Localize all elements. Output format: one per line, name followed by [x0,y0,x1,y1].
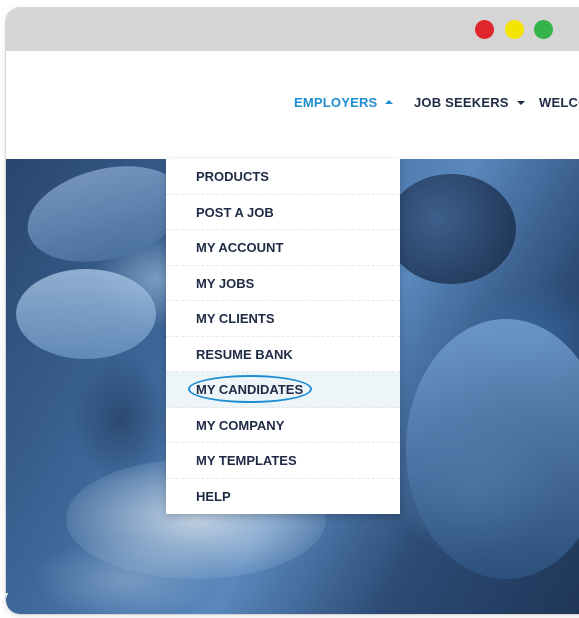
surgeon-gown-right [406,319,579,579]
caret-up-icon [385,100,394,105]
menu-item-label: MY CLIENTS [196,311,275,326]
surgeon-cap-right [386,174,516,284]
menu-item-post-a-job[interactable]: POST A JOB [166,195,400,230]
caret-down-icon [516,100,525,105]
menu-item-my-candidates[interactable]: MY CANDIDATES [166,372,400,408]
nav-job-seekers[interactable]: JOB SEEKERS [414,95,525,110]
nav-employers-label: EMPLOYERS [294,95,378,110]
minimize-window-button[interactable] [505,20,524,39]
menu-item-label: MY COMPANY [196,417,285,433]
menu-item-my-clients[interactable]: MY CLIENTS [166,301,400,337]
menu-item-label: MY ACCOUNT [196,240,284,255]
menu-item-label: HELP [196,488,231,504]
nav-welcome-label: WELCO [539,95,579,110]
menu-item-my-templates[interactable]: MY TEMPLATES [166,443,400,479]
menu-item-products[interactable]: PRODUCTS [166,159,400,195]
menu-item-label: MY TEMPLATES [196,453,297,468]
menu-item-resume-bank[interactable]: RESUME BANK [166,337,400,372]
menu-item-my-account[interactable]: MY ACCOUNT [166,230,400,266]
browser-window: EMPLOYERS JOB SEEKERS WELCO r y PRODUCTS… [6,8,579,614]
hero-subline-fragment: y [6,587,8,611]
employers-dropdown-menu: PRODUCTS POST A JOB MY ACCOUNT MY JOBS M… [166,159,400,514]
menu-item-my-jobs[interactable]: MY JOBS [166,266,400,301]
menu-item-label: PRODUCTS [196,169,269,184]
menu-item-my-company[interactable]: MY COMPANY [166,408,400,443]
close-window-button[interactable] [475,20,494,39]
nav-employers[interactable]: EMPLOYERS [294,95,394,110]
menu-item-label: POST A JOB [196,204,274,220]
title-bar [6,8,579,51]
menu-item-help[interactable]: HELP [166,479,400,515]
menu-item-label: MY JOBS [196,275,255,291]
nav-welcome[interactable]: WELCO [539,95,579,110]
surgeon-mask-left [16,269,156,359]
nav-job-seekers-label: JOB SEEKERS [414,95,509,110]
menu-item-label: MY CANDIDATES [196,382,304,397]
site-navbar: EMPLOYERS JOB SEEKERS WELCO [6,51,579,159]
maximize-window-button[interactable] [534,20,553,39]
menu-item-label: RESUME BANK [196,346,293,362]
